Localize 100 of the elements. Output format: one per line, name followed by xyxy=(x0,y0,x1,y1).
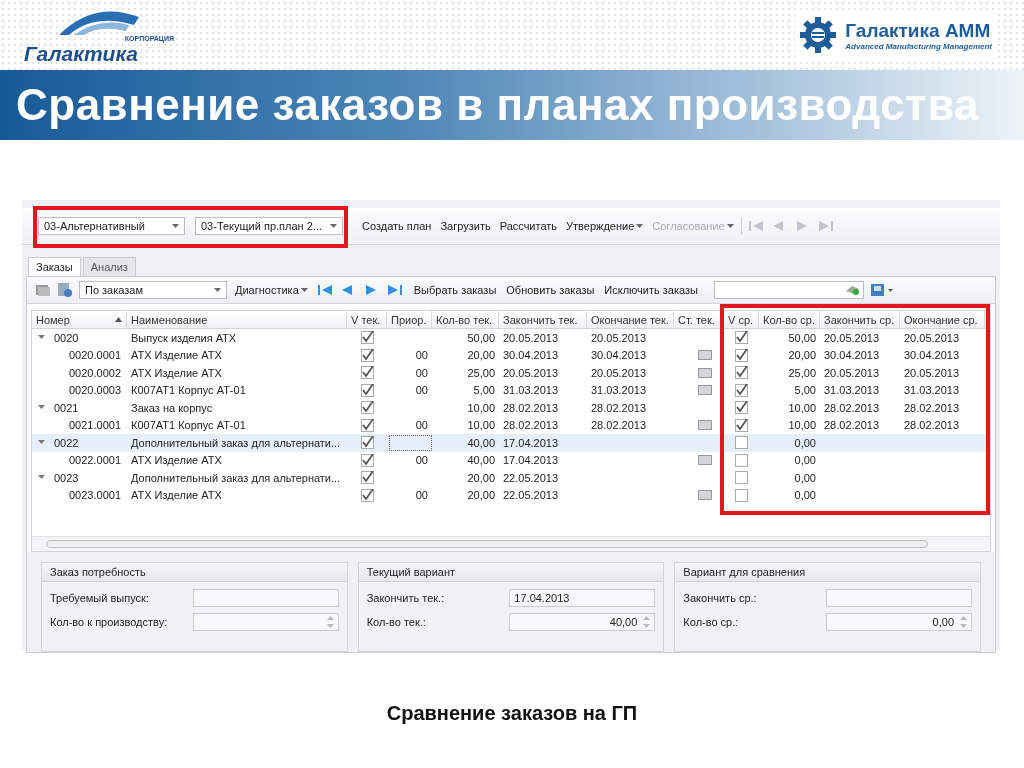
table-cell: К007АТ1 Корпус АТ-01 xyxy=(131,384,246,397)
column-header[interactable]: V ср. xyxy=(724,311,759,328)
column-header[interactable]: Окончание ср. xyxy=(900,311,985,328)
horizontal-scrollbar[interactable] xyxy=(32,536,990,551)
table-row[interactable]: 0020.0002 АТХ Изделие АТХ 00 25,00 20.05.2013 20.05.2013 25,00 20.05.2013 20.05.2013 xyxy=(32,364,990,382)
table-cell: 0,00 xyxy=(794,489,816,502)
column-header[interactable]: Закончить ср. xyxy=(820,311,900,328)
toolbar-button[interactable]: Рассчитать xyxy=(497,220,560,232)
column-header[interactable]: Закончить тек. xyxy=(499,311,587,328)
input-field[interactable]: 17.04.2013 xyxy=(509,589,656,607)
table-row[interactable]: 0023 Дополнительный заказ для альтернати... 20,00 22.05.2013 0,00 xyxy=(32,469,990,487)
tab[interactable]: Заказы xyxy=(28,257,81,276)
checkbox[interactable] xyxy=(735,488,748,502)
table-cell: 25,00 xyxy=(788,366,816,379)
printer-icon[interactable] xyxy=(870,282,894,298)
toolbar-button[interactable]: Выбрать заказы xyxy=(411,284,499,296)
grid-icon[interactable] xyxy=(35,283,51,297)
search-field[interactable] xyxy=(714,281,864,299)
checkbox[interactable] xyxy=(360,453,374,467)
table-cell: 0021 xyxy=(54,401,79,414)
caret-icon[interactable] xyxy=(330,223,337,229)
table-row[interactable]: 0021.0001 К007АТ1 Корпус АТ-01 00 10,00 28.02.2013 28.02.2013 10,00 28.02.2013 28.02.2013 xyxy=(32,416,990,434)
table-row[interactable]: 0021 Заказ на корпус 10,00 28.02.2013 28.02.2013 10,00 28.02.2013 28.02.2013 xyxy=(32,399,990,417)
toolbar-button[interactable]: Обновить заказы xyxy=(504,284,597,296)
table-cell: 0,00 xyxy=(794,471,816,484)
number-field[interactable]: 40,00 xyxy=(509,613,656,631)
column-header[interactable]: V тек. xyxy=(347,311,387,328)
checkbox[interactable] xyxy=(360,488,374,502)
column-header[interactable]: Кол-во ср. xyxy=(759,311,820,328)
table-cell: 28.02.2013 xyxy=(503,401,559,414)
table-cell: 0022 xyxy=(54,436,79,449)
checkbox[interactable] xyxy=(735,366,748,380)
toolbar-button[interactable]: Создать план xyxy=(360,220,434,232)
checkbox[interactable] xyxy=(360,366,374,380)
checkbox[interactable] xyxy=(735,401,748,415)
tab[interactable]: Анализ xyxy=(82,257,136,276)
checkbox[interactable] xyxy=(735,383,748,397)
caret-icon[interactable] xyxy=(214,287,221,293)
column-header[interactable]: Ст. тек. xyxy=(674,311,724,328)
table-row[interactable]: 0020.0003 К007АТ1 Корпус АТ-01 00 5,00 31.03.2013 31.03.2013 5,00 31.03.2013 31.03.2013 xyxy=(32,381,990,399)
checkbox[interactable] xyxy=(735,331,748,345)
collapse-arrow-icon[interactable] xyxy=(38,405,45,411)
checkbox[interactable] xyxy=(735,453,748,467)
number-field[interactable]: 0,00 xyxy=(826,613,972,631)
table-cell: 0020.0003 xyxy=(69,384,121,397)
collapse-arrow-icon[interactable] xyxy=(38,475,45,481)
table-cell: 40,00 xyxy=(467,454,495,467)
table-cell: 22.05.2013 xyxy=(503,471,559,484)
table-cell: 10,00 xyxy=(788,401,816,414)
document-icon[interactable] xyxy=(57,282,73,298)
column-header[interactable]: Наименование xyxy=(127,311,347,328)
table-cell: 28.02.2013 xyxy=(591,401,647,414)
table-cell: 10,00 xyxy=(467,401,495,414)
number-field[interactable] xyxy=(192,613,339,631)
checkbox[interactable] xyxy=(735,418,748,432)
toolbar-button[interactable]: Исключить заказы xyxy=(602,284,700,296)
table-row[interactable]: 0022.0001 АТХ Изделие АТХ 00 40,00 17.04.2013 0,00 xyxy=(32,451,990,469)
checkbox[interactable] xyxy=(360,436,374,450)
dropdown[interactable]: 03-Альтернативный xyxy=(38,217,185,235)
logo-tagline: Advanced Manufacturing Management xyxy=(845,41,992,51)
table-cell: 31.03.2013 xyxy=(503,384,559,397)
checkbox[interactable] xyxy=(360,401,374,415)
checkbox[interactable] xyxy=(360,348,374,362)
table-cell: Дополнительный заказ для альтернати... xyxy=(131,436,341,449)
column-header[interactable]: Приор. xyxy=(387,311,432,328)
column-header[interactable]: Окончание тек. xyxy=(587,311,674,328)
table-row[interactable]: 0020.0001 АТХ Изделие АТХ 00 20,00 30.04.2013 30.04.2013 20,00 30.04.2013 30.04.2013 xyxy=(32,346,990,364)
dropdown[interactable]: 03-Текущий пр.план 2... xyxy=(195,217,343,235)
input-field[interactable] xyxy=(192,589,339,607)
checkbox[interactable] xyxy=(360,471,374,485)
dropdown[interactable]: По заказам xyxy=(79,281,227,299)
checkbox[interactable] xyxy=(360,331,374,345)
table-cell: АТХ Изделие АТХ xyxy=(131,349,222,362)
table-cell: АТХ Изделие АТХ xyxy=(131,454,222,467)
table-cell: 25,00 xyxy=(467,366,495,379)
table-cell: 31.03.2013 xyxy=(591,384,647,397)
menu-button[interactable]: Утверждение xyxy=(564,220,646,232)
checkbox[interactable] xyxy=(735,471,748,485)
table-cell: 50,00 xyxy=(788,331,816,344)
checkbox[interactable] xyxy=(735,348,748,362)
table-cell: 00 xyxy=(415,454,428,467)
checkbox[interactable] xyxy=(360,418,374,432)
toolbar-button[interactable]: Загрузить xyxy=(438,220,493,232)
table-cell: 28.02.2013 xyxy=(591,419,647,432)
caret-icon[interactable] xyxy=(172,223,179,229)
checkbox[interactable] xyxy=(735,436,748,450)
column-header[interactable]: Номер xyxy=(32,311,127,328)
menu-button[interactable]: Диагностика xyxy=(233,284,310,296)
eraser-icon[interactable] xyxy=(844,285,860,295)
collapse-arrow-icon[interactable] xyxy=(38,335,45,341)
field-label: Кол-во тек.: xyxy=(366,616,426,628)
column-header[interactable]: Кол-во тек. xyxy=(432,311,499,328)
table-cell: 10,00 xyxy=(467,419,495,432)
table-row[interactable]: 0020 Выпуск изделия АТХ 50,00 20.05.2013 20.05.2013 50,00 20.05.2013 20.05.2013 xyxy=(32,329,990,347)
table-row[interactable]: 0023.0001 АТХ Изделие АТХ 00 20,00 22.05.2013 0,00 xyxy=(32,486,990,504)
table-cell: 20.05.2013 xyxy=(591,331,647,344)
collapse-arrow-icon[interactable] xyxy=(38,440,45,446)
input-field[interactable] xyxy=(826,589,972,607)
checkbox[interactable] xyxy=(360,383,374,397)
table-cell: 0,00 xyxy=(794,436,816,449)
